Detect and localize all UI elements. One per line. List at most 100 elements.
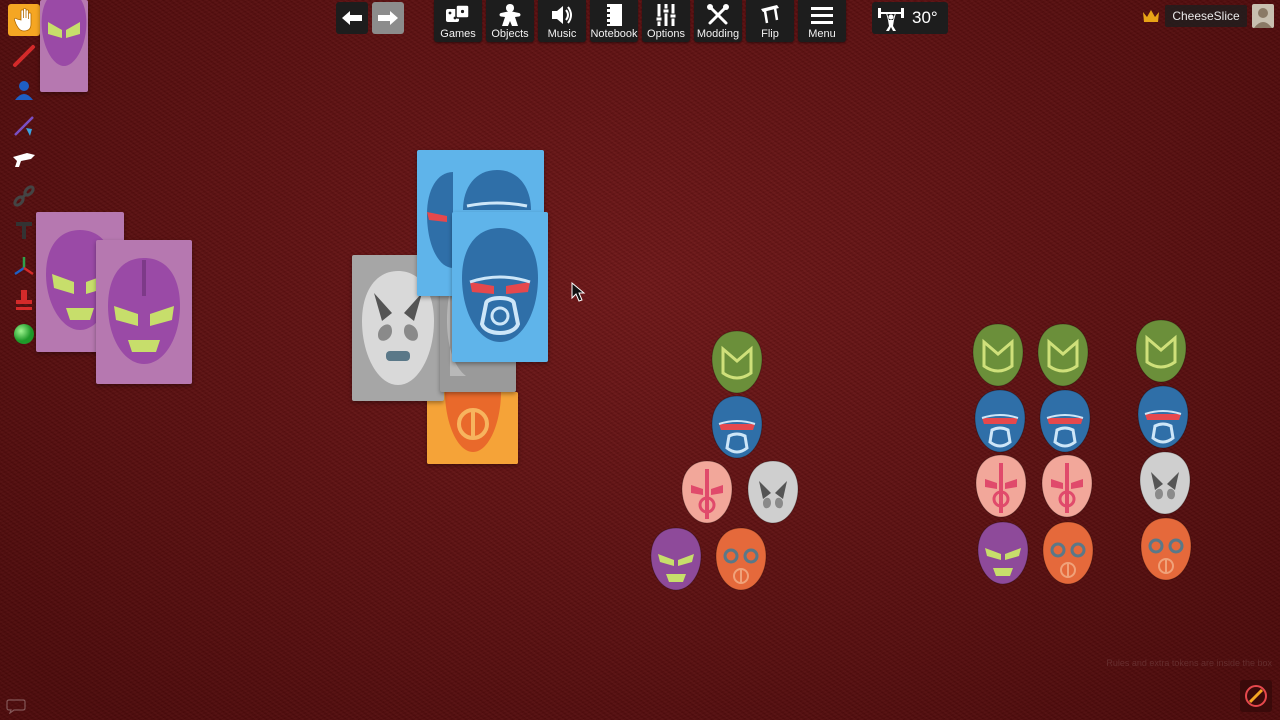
grab-hand-icon (14, 8, 32, 32)
gizmo-icon (13, 153, 35, 167)
blue-mask-token[interactable] (972, 388, 1028, 458)
games-button[interactable]: Games (434, 0, 482, 42)
redo-button[interactable] (372, 2, 404, 34)
gray-mask-icon (1139, 451, 1191, 515)
joint-tool-button[interactable] (8, 180, 40, 212)
purple-mask-token[interactable] (648, 526, 704, 596)
orange-mask-icon (1042, 521, 1094, 585)
blue-mask-icon (1137, 385, 1189, 449)
gray-mask-token[interactable] (745, 459, 801, 529)
blue-mask-icon (711, 395, 763, 459)
weightlifter-icon (878, 8, 904, 31)
sliders-icon (655, 4, 677, 26)
objects-label: Objects (491, 28, 529, 40)
flag-icon (16, 290, 32, 310)
chat-bubble-icon[interactable] (6, 698, 26, 714)
undo-button[interactable] (336, 2, 368, 34)
pen-tool-button[interactable] (8, 40, 40, 72)
arrow-right-icon (378, 11, 398, 25)
music-label: Music (547, 28, 577, 40)
ball-icon (14, 324, 34, 344)
rotation-control[interactable]: 30° (872, 2, 948, 34)
blue-mask-token[interactable] (709, 394, 765, 464)
pencil-icon (1245, 685, 1267, 707)
snap-icon (14, 257, 34, 276)
menu-button[interactable]: Menu (798, 0, 846, 42)
purple-mask-icon (41, 0, 87, 66)
notebook-icon (605, 4, 622, 26)
green-mask-token[interactable] (1133, 318, 1189, 388)
pink-mask-icon (681, 460, 733, 524)
grab-tool-button[interactable] (8, 4, 40, 36)
blue-mask-icon (974, 389, 1026, 453)
modding-button[interactable]: Modding (694, 0, 742, 42)
purple-card-top[interactable] (40, 0, 88, 92)
meeple-icon (499, 4, 521, 26)
blue-mask-token[interactable] (1135, 384, 1191, 454)
orange-mask-token[interactable] (1138, 516, 1194, 586)
orange-mask-token[interactable] (1040, 520, 1096, 590)
modding-label: Modding (696, 28, 740, 40)
joint-icon (13, 185, 35, 207)
pink-mask-icon (975, 454, 1027, 518)
games-label: Games (440, 28, 476, 40)
orange-card[interactable] (427, 392, 518, 464)
gray-mask-token[interactable] (1137, 450, 1193, 520)
options-button[interactable]: Options (642, 0, 690, 42)
notes-button[interactable] (1240, 680, 1272, 712)
line-tool-button[interactable] (8, 110, 40, 142)
rotation-value: 30° (912, 8, 938, 27)
green-mask-icon (1037, 323, 1089, 387)
orange-mask-icon (427, 392, 518, 464)
flip-button[interactable]: Flip (746, 0, 794, 42)
pink-mask-token[interactable] (1039, 453, 1095, 523)
gray-mask-icon (747, 460, 799, 524)
hamburger-icon (811, 7, 833, 24)
purple-mask-token[interactable] (975, 520, 1031, 590)
purple-card-front[interactable] (96, 240, 192, 384)
objects-button[interactable]: Objects (486, 0, 534, 42)
blue-card-front[interactable] (452, 212, 548, 362)
notebook-button[interactable]: Notebook (590, 0, 638, 42)
green-mask-token[interactable] (970, 322, 1026, 392)
arrow-left-icon (342, 11, 362, 25)
pointer-cursor-icon (571, 282, 586, 302)
speaker-icon (552, 6, 572, 24)
player-avatar[interactable] (1252, 4, 1274, 28)
pink-mask-icon (1041, 454, 1093, 518)
dice-icon (446, 4, 470, 22)
pink-mask-token[interactable] (973, 453, 1029, 523)
green-mask-token[interactable] (709, 329, 765, 399)
player-tool-button[interactable] (8, 74, 40, 106)
flip-label: Flip (761, 28, 779, 40)
text-icon (16, 222, 32, 239)
purple-mask-icon (977, 521, 1029, 585)
pink-mask-token[interactable] (679, 459, 735, 529)
player-icon (15, 81, 33, 100)
flip-table-icon (761, 5, 779, 24)
options-label: Options (647, 28, 685, 40)
tools-icon (707, 4, 729, 25)
green-mask-token[interactable] (1035, 322, 1091, 392)
player-name: CheeseSlice (1165, 5, 1247, 27)
purple-mask-icon (650, 527, 702, 591)
rules-hint-text: Rules and extra tokens are inside the bo… (1106, 658, 1272, 668)
orange-mask-icon (715, 527, 767, 591)
line-icon (14, 116, 34, 136)
green-mask-icon (1135, 319, 1187, 383)
orange-mask-icon (1140, 517, 1192, 581)
orange-mask-token[interactable] (713, 526, 769, 596)
notebook-label: Notebook (590, 28, 638, 40)
green-mask-icon (972, 323, 1024, 387)
pen-icon (13, 45, 35, 67)
blue-mask-icon (462, 228, 538, 342)
blue-mask-token[interactable] (1037, 388, 1093, 458)
music-button[interactable]: Music (538, 0, 586, 42)
menu-label: Menu (808, 28, 836, 40)
host-crown-icon (1143, 10, 1159, 22)
purple-mask-icon (108, 258, 180, 364)
gizmo-tool-button[interactable] (8, 144, 40, 176)
green-mask-icon (711, 330, 763, 394)
blue-mask-icon (1039, 389, 1091, 453)
avatar-icon (1254, 8, 1272, 28)
